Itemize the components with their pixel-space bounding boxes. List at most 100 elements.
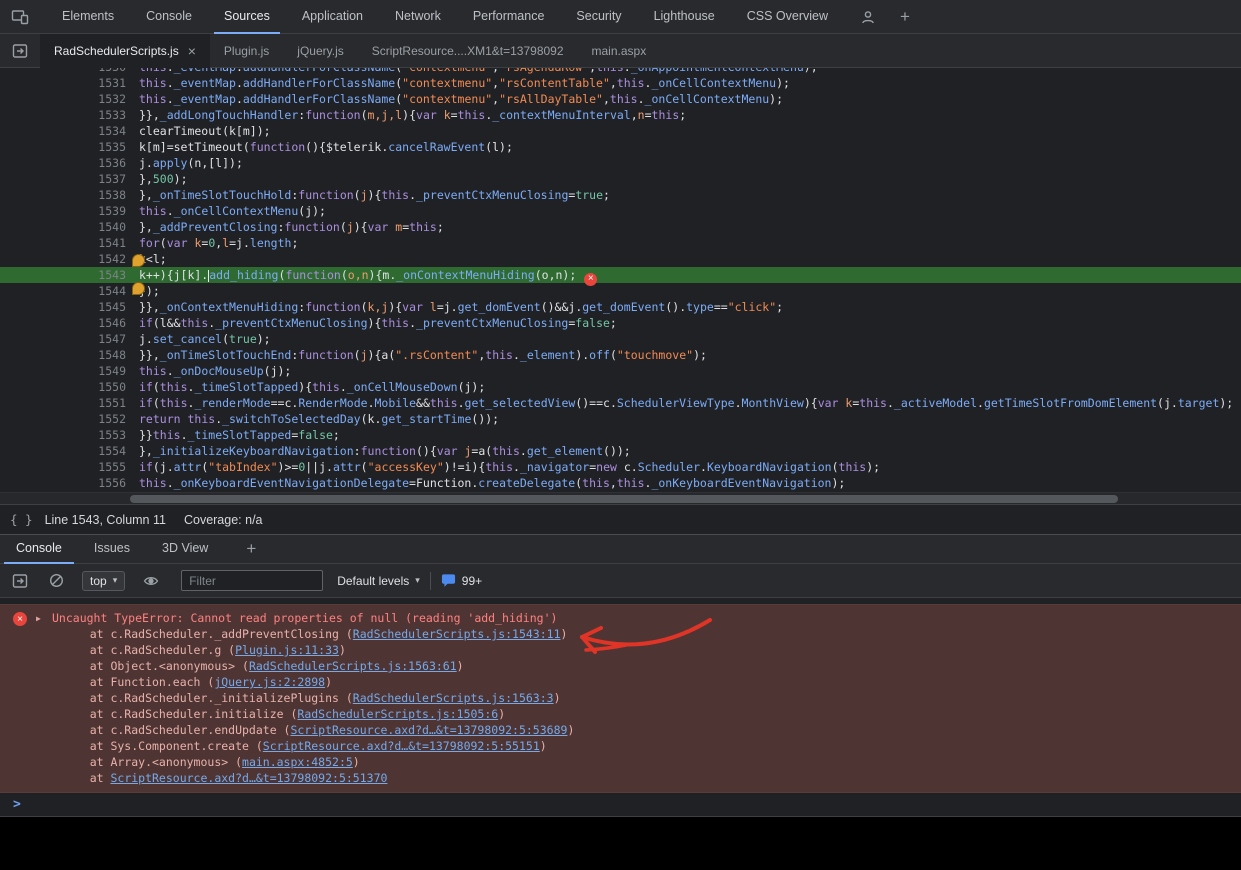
code-line-1556[interactable]: 1556this._onKeyboardEventNavigationDeleg… [0, 475, 1241, 491]
code-line-1551[interactable]: 1551if(this._renderMode==c.RenderMode.Mo… [0, 395, 1241, 411]
stack-frame-link[interactable]: RadSchedulerScripts.js:1563:61 [249, 659, 457, 673]
code-text: }},_onContextMenuHiding:function(k,j){va… [126, 299, 783, 315]
code-line-1531[interactable]: 1531this._eventMap.addHandlerForClassNam… [0, 75, 1241, 91]
drawer-tab-3d-view[interactable]: 3D View [150, 534, 220, 564]
code-line-1548[interactable]: 1548}},_onTimeSlotTouchEnd:function(j){a… [0, 347, 1241, 363]
line-number: 1533 [0, 107, 126, 123]
file-tabs: RadSchedulerScripts.js×Plugin.jsjQuery.j… [40, 34, 660, 68]
live-expression-eye-icon[interactable] [137, 568, 165, 594]
horizontal-scrollbar[interactable] [0, 492, 1241, 504]
code-text: for(var k=0,l=j.length; [126, 235, 298, 251]
stack-frame-link[interactable]: RadSchedulerScripts.js:1505:6 [297, 707, 498, 721]
console-sidebar-icon[interactable] [6, 568, 34, 594]
clear-console-icon[interactable] [42, 568, 70, 594]
code-line-1542[interactable]: 1542k<l; [0, 251, 1241, 267]
code-line-1532[interactable]: 1532this._eventMap.addHandlerForClassNam… [0, 91, 1241, 107]
add-panel-button[interactable]: + [900, 7, 910, 27]
code-line-1535[interactable]: 1535k[m]=setTimeout(function(){$telerik.… [0, 139, 1241, 155]
code-line-1541[interactable]: 1541for(var k=0,l=j.length; [0, 235, 1241, 251]
line-number: 1555 [0, 459, 126, 475]
context-selector[interactable]: top ▾ [82, 571, 125, 591]
stack-trace: at c.RadScheduler._addPreventClosing (Ra… [36, 626, 1241, 786]
add-drawer-tab-button[interactable]: + [246, 539, 256, 559]
panel-tab-lighthouse[interactable]: Lighthouse [644, 0, 725, 34]
code-line-1544[interactable]: 1544}); [0, 283, 1241, 299]
code-line-1552[interactable]: 1552return this._switchToSelectedDay(k.g… [0, 411, 1241, 427]
code-text: j.apply(n,[l]); [126, 155, 243, 171]
console-input[interactable] [21, 793, 1241, 816]
file-tab-jquery-js[interactable]: jQuery.js [283, 34, 357, 68]
filter-input[interactable] [181, 570, 323, 591]
scrollbar-thumb[interactable] [130, 495, 1118, 503]
close-tab-icon[interactable]: × [188, 43, 196, 59]
log-levels-dropdown[interactable]: Default levels ▾ [337, 574, 420, 588]
source-editor[interactable]: 1530this._eventMap.addHandlerForClassNam… [0, 68, 1241, 492]
code-text: return this._switchToSelectedDay(k.get_s… [126, 411, 499, 427]
issues-count[interactable]: 99+ [462, 574, 482, 588]
panel-tab-network[interactable]: Network [385, 0, 451, 34]
line-number: 1535 [0, 139, 126, 155]
stack-frame-link[interactable]: Plugin.js:11:33 [235, 643, 339, 657]
line-number: 1551 [0, 395, 126, 411]
issues-bubble-icon[interactable] [441, 573, 456, 588]
stack-frame-text: at c.RadScheduler.endUpdate ( [62, 723, 290, 737]
stack-frame-link[interactable]: RadSchedulerScripts.js:1543:11 [353, 627, 561, 641]
code-line-1554[interactable]: 1554},_initializeKeyboardNavigation:func… [0, 443, 1241, 459]
line-number: 1545 [0, 299, 126, 315]
expand-triangle-icon[interactable]: ▶ [36, 614, 52, 623]
code-text: k[m]=setTimeout(function(){$telerik.canc… [126, 139, 513, 155]
code-line-1539[interactable]: 1539this._onCellContextMenu(j); [0, 203, 1241, 219]
file-tab-main-aspx[interactable]: main.aspx [578, 34, 661, 68]
pretty-print-button[interactable]: { } [10, 512, 33, 527]
file-tab-scriptresource-xm1-t-13798092[interactable]: ScriptResource....XM1&t=13798092 [358, 34, 578, 68]
code-line-1543[interactable]: 1543k++){j[k].add_hiding(function(o,n){m… [0, 267, 1241, 283]
panel-tab-sources[interactable]: Sources [214, 0, 280, 34]
log-levels-label: Default levels [337, 574, 409, 588]
panel-tab-css-overview[interactable]: CSS Overview [737, 0, 838, 34]
toggle-navigator-icon[interactable] [6, 38, 34, 64]
code-line-1547[interactable]: 1547j.set_cancel(true); [0, 331, 1241, 347]
code-line-1555[interactable]: 1555if(j.attr("tabIndex")>=0||j.attr("ac… [0, 459, 1241, 475]
code-line-1553[interactable]: 1553}}this._timeSlotTapped=false; [0, 427, 1241, 443]
panel-tab-performance[interactable]: Performance [463, 0, 555, 34]
stack-frame-text: ) [457, 659, 464, 673]
code-line-1538[interactable]: 1538},_onTimeSlotTouchHold:function(j){t… [0, 187, 1241, 203]
code-line-1549[interactable]: 1549this._onDocMouseUp(j); [0, 363, 1241, 379]
drawer-tab-issues[interactable]: Issues [82, 534, 142, 564]
panel-tab-elements[interactable]: Elements [52, 0, 124, 34]
stack-frame: at ScriptResource.axd?d…&t=13798092:5:51… [36, 770, 1241, 786]
device-toolbar-icon[interactable] [6, 4, 34, 30]
stack-frame-link[interactable]: ScriptResource.axd?d…&t=13798092:5:51370 [110, 771, 387, 785]
user-icon[interactable] [854, 4, 882, 30]
stack-frame-link[interactable]: ScriptResource.axd?d…&t=13798092:5:53689 [290, 723, 567, 737]
code-text: j.set_cancel(true); [126, 331, 271, 347]
panel-tab-console[interactable]: Console [136, 0, 202, 34]
drawer-tab-console[interactable]: Console [4, 534, 74, 564]
code-line-1545[interactable]: 1545}},_onContextMenuHiding:function(k,j… [0, 299, 1241, 315]
code-text: },_onTimeSlotTouchHold:function(j){this.… [126, 187, 610, 203]
file-tab-radschedulerscripts-js[interactable]: RadSchedulerScripts.js× [40, 34, 210, 68]
code-line-1537[interactable]: 1537},500); [0, 171, 1241, 187]
stack-frame-text: at Function.each ( [62, 675, 214, 689]
code-text: }},_onTimeSlotTouchEnd:function(j){a(".r… [126, 347, 707, 363]
code-line-1533[interactable]: 1533}},_addLongTouchHandler:function(m,j… [0, 107, 1241, 123]
code-line-1546[interactable]: 1546if(l&&this._preventCtxMenuClosing){t… [0, 315, 1241, 331]
stack-frame-link[interactable]: ScriptResource.axd?d…&t=13798092:5:55151 [263, 739, 540, 753]
console-error-message[interactable]: × ▶ Uncaught TypeError: Cannot read prop… [0, 604, 1241, 793]
stack-frame-text: ) [498, 707, 505, 721]
cursor-position: Line 1543, Column 11 [45, 513, 166, 527]
code-line-1536[interactable]: 1536j.apply(n,[l]); [0, 155, 1241, 171]
stack-frame-link[interactable]: jQuery.js:2:2898 [214, 675, 325, 689]
sources-status-bar: { } Line 1543, Column 11 Coverage: n/a [0, 504, 1241, 534]
stack-frame-link[interactable]: RadSchedulerScripts.js:1563:3 [353, 691, 554, 705]
file-tab-plugin-js[interactable]: Plugin.js [210, 34, 283, 68]
code-line-1540[interactable]: 1540},_addPreventClosing:function(j){var… [0, 219, 1241, 235]
code-line-1550[interactable]: 1550if(this._timeSlotTapped){this._onCel… [0, 379, 1241, 395]
stack-frame-link[interactable]: main.aspx:4852:5 [242, 755, 353, 769]
panel-tabs: Elements Console Sources Application Network… [46, 0, 844, 34]
panel-tab-application[interactable]: Application [292, 0, 373, 34]
code-line-1530[interactable]: 1530this._eventMap.addHandlerForClassNam… [0, 68, 1241, 75]
panel-tab-security[interactable]: Security [566, 0, 631, 34]
code-line-1534[interactable]: 1534clearTimeout(k[m]); [0, 123, 1241, 139]
stack-frame-text: ) [339, 643, 346, 657]
